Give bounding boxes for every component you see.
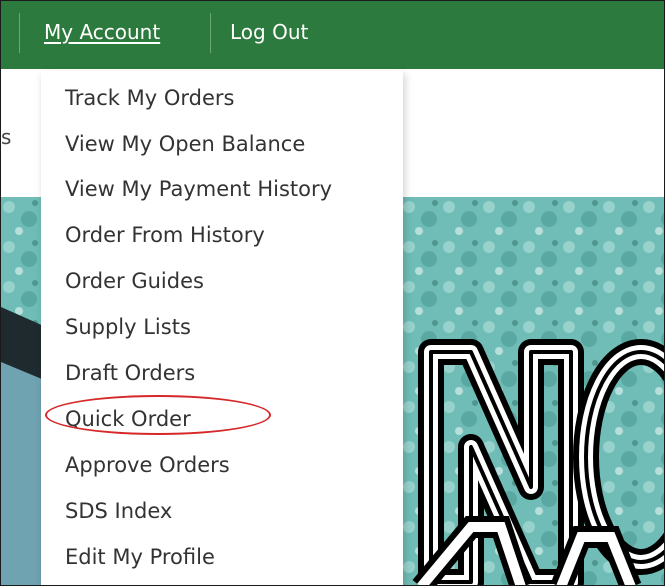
menu-item-quick-order[interactable]: Quick Order	[65, 405, 191, 433]
menu-item-supply-lists[interactable]: Supply Lists	[65, 313, 191, 341]
page-text-fragment: s	[1, 125, 12, 149]
menu-item-track-my-orders[interactable]: Track My Orders	[65, 84, 234, 112]
menu-item-order-guides[interactable]: Order Guides	[65, 267, 204, 295]
my-account-dropdown-menu: Track My Orders View My Open Balance Vie…	[41, 71, 403, 585]
log-out-link[interactable]: Log Out	[230, 19, 308, 45]
menu-item-approve-orders[interactable]: Approve Orders	[65, 451, 230, 479]
nav-divider	[210, 13, 211, 53]
nav-divider	[19, 13, 20, 53]
my-account-link[interactable]: My Account	[44, 19, 160, 45]
menu-item-view-my-payment-history[interactable]: View My Payment History	[65, 175, 332, 203]
menu-item-edit-my-profile[interactable]: Edit My Profile	[65, 543, 215, 571]
menu-item-sds-index[interactable]: SDS Index	[65, 497, 172, 525]
top-navigation-bar: My Account Log Out	[1, 1, 664, 69]
browser-viewport: My Account Log Out s Track My Orders Vie…	[0, 0, 665, 586]
menu-item-order-from-history[interactable]: Order From History	[65, 221, 265, 249]
menu-item-draft-orders[interactable]: Draft Orders	[65, 359, 195, 387]
menu-item-view-my-open-balance[interactable]: View My Open Balance	[65, 130, 305, 158]
